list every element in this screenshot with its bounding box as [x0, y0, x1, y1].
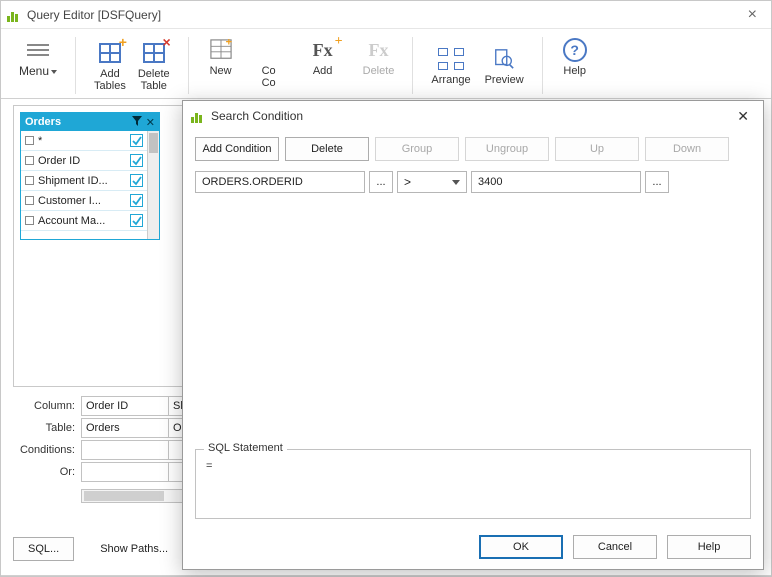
sql-statement-label: SQL Statement — [204, 442, 287, 454]
grid-cell[interactable] — [81, 462, 169, 482]
sql-button[interactable]: SQL... — [13, 537, 74, 561]
grid-cell[interactable]: Orders — [81, 418, 169, 438]
column-name: * — [38, 135, 126, 147]
grid-label-or: Or: — [13, 466, 81, 478]
add-condition-ribbon-button[interactable]: Fx+ Add — [305, 35, 341, 79]
dialog-title: Search Condition — [211, 109, 303, 123]
svg-text:+: + — [225, 39, 231, 48]
column-checkbox[interactable] — [130, 194, 143, 207]
grid-cell[interactable] — [81, 440, 169, 460]
condition-row: ORDERS.ORDERID ... > 3400 ... — [195, 171, 751, 193]
filter-icon[interactable] — [132, 116, 142, 129]
condition-operator-select[interactable]: > — [397, 171, 467, 193]
menu-label: Menu — [19, 64, 49, 78]
table-row[interactable] — [21, 231, 147, 239]
table-orders[interactable]: Orders ✕ * Ord — [20, 112, 160, 240]
sql-statement-text: = — [206, 460, 740, 472]
condition-value-field[interactable]: 3400 — [471, 171, 641, 193]
group-button[interactable]: Group — [375, 137, 459, 161]
dialog-footer: OK Cancel Help — [183, 525, 763, 569]
table-orders-columns: * Order ID Shipment ID... — [21, 131, 147, 239]
column-checkbox[interactable] — [130, 134, 143, 147]
ribbon-toolbar: Menu + Add Tables × Delete Table + New — [1, 29, 771, 99]
delete-condition-ribbon-button[interactable]: Fx Delete — [359, 35, 399, 79]
add-condition-ribbon-label: Add — [313, 65, 333, 77]
app-icon — [7, 8, 21, 22]
condition-operator-value: > — [404, 175, 411, 189]
condition-value-browse[interactable]: ... — [645, 171, 669, 193]
table-row[interactable]: * — [21, 131, 147, 151]
column-checkbox[interactable] — [130, 214, 143, 227]
dialog-app-icon — [191, 109, 205, 123]
add-condition-button[interactable]: Add Condition — [195, 137, 279, 161]
column-name: Order ID — [38, 155, 126, 167]
delete-table-button[interactable]: × Delete Table — [134, 38, 174, 94]
table-orders-name: Orders — [25, 116, 128, 128]
table-row[interactable]: Account Ma... — [21, 211, 147, 231]
table-row[interactable]: Shipment ID... — [21, 171, 147, 191]
ok-button[interactable]: OK — [479, 535, 563, 559]
arrange-button[interactable]: Arrange — [427, 44, 474, 88]
chevron-down-icon — [452, 180, 460, 185]
pin-icon — [25, 176, 34, 185]
delete-table-label: Delete Table — [138, 68, 170, 92]
column-name: Account Ma... — [38, 215, 126, 227]
pin-icon — [25, 136, 34, 145]
arrange-label: Arrange — [431, 74, 470, 86]
preview-button[interactable]: Preview — [481, 44, 528, 88]
column-new-button[interactable]: + New — [203, 35, 239, 79]
pin-icon — [25, 196, 34, 205]
dialog-titlebar[interactable]: Search Condition ✕ — [183, 101, 763, 131]
window-title: Query Editor [DSFQuery] — [27, 8, 161, 22]
help-button[interactable]: ? Help — [557, 35, 593, 79]
condition-column-browse[interactable]: ... — [369, 171, 393, 193]
column-checkbox[interactable] — [130, 174, 143, 187]
pin-icon — [25, 216, 34, 225]
condition-list-area[interactable] — [195, 193, 751, 443]
menu-button[interactable]: Menu — [15, 35, 61, 80]
delete-condition-ribbon-label: Delete — [363, 65, 395, 77]
column-checkbox[interactable] — [130, 154, 143, 167]
cancel-button[interactable]: Cancel — [573, 535, 657, 559]
cond-col-partial: Co Co — [251, 35, 287, 91]
search-condition-dialog: Search Condition ✕ Add Condition Delete … — [182, 100, 764, 570]
table-row[interactable]: Customer I... — [21, 191, 147, 211]
delete-button[interactable]: Delete — [285, 137, 369, 161]
grid-label-column: Column: — [13, 400, 81, 412]
column-name: Shipment ID... — [38, 175, 126, 187]
dialog-close-button[interactable]: ✕ — [731, 106, 755, 127]
pin-icon — [25, 156, 34, 165]
table-close-icon[interactable]: ✕ — [146, 116, 155, 129]
down-button[interactable]: Down — [645, 137, 729, 161]
up-button[interactable]: Up — [555, 137, 639, 161]
ungroup-button[interactable]: Ungroup — [465, 137, 549, 161]
add-tables-label: Add Tables — [94, 68, 126, 92]
window-close-button[interactable]: × — [740, 6, 765, 24]
dialog-help-button[interactable]: Help — [667, 535, 751, 559]
column-new-label: New — [210, 65, 232, 77]
preview-label: Preview — [485, 74, 524, 86]
grid-label-conditions: Conditions: — [13, 444, 81, 456]
condition-column-field[interactable]: ORDERS.ORDERID — [195, 171, 365, 193]
table-row[interactable]: Order ID — [21, 151, 147, 171]
grid-label-table: Table: — [13, 422, 81, 434]
help-label: Help — [563, 65, 586, 77]
titlebar: Query Editor [DSFQuery] × — [1, 1, 771, 29]
column-name: Customer I... — [38, 195, 126, 207]
grid-cell[interactable]: Order ID — [81, 396, 169, 416]
show-paths-button[interactable]: Show Paths... — [86, 537, 182, 561]
dialog-toolbar: Add Condition Delete Group Ungroup Up Do… — [195, 137, 751, 161]
sql-statement-group: SQL Statement = — [195, 449, 751, 519]
add-tables-button[interactable]: + Add Tables — [90, 38, 130, 94]
table-orders-header[interactable]: Orders ✕ — [21, 113, 159, 131]
table-scrollbar[interactable] — [147, 131, 159, 239]
